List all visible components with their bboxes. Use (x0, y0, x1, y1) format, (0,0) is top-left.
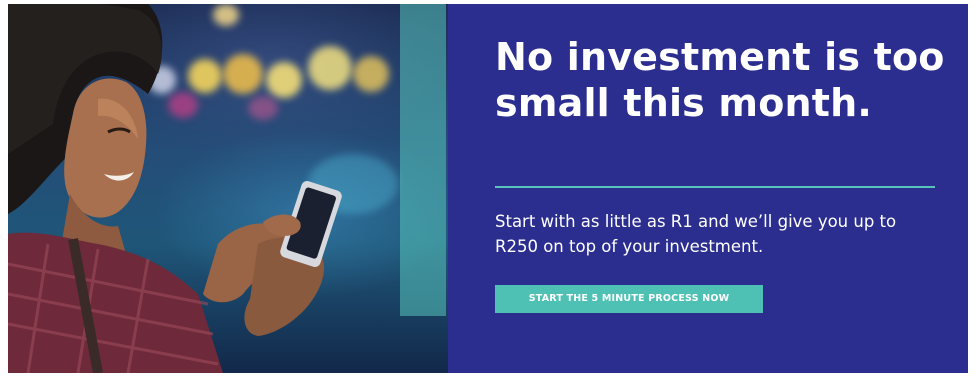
woman-illustration (8, 4, 342, 373)
woman-with-smartphone-photo (8, 4, 448, 373)
text-panel: No investment is too small this month. S… (448, 4, 968, 373)
subtext: Start with as little as R1 and we’ll giv… (495, 212, 897, 256)
headline: No investment is too small this month. (495, 35, 945, 125)
start-process-button[interactable]: START THE 5 MINUTE PROCESS NOW (495, 285, 763, 313)
divider (495, 186, 935, 188)
teal-accent-bar (400, 4, 446, 316)
promo-banner[interactable]: No investment is too small this month. S… (8, 4, 968, 373)
